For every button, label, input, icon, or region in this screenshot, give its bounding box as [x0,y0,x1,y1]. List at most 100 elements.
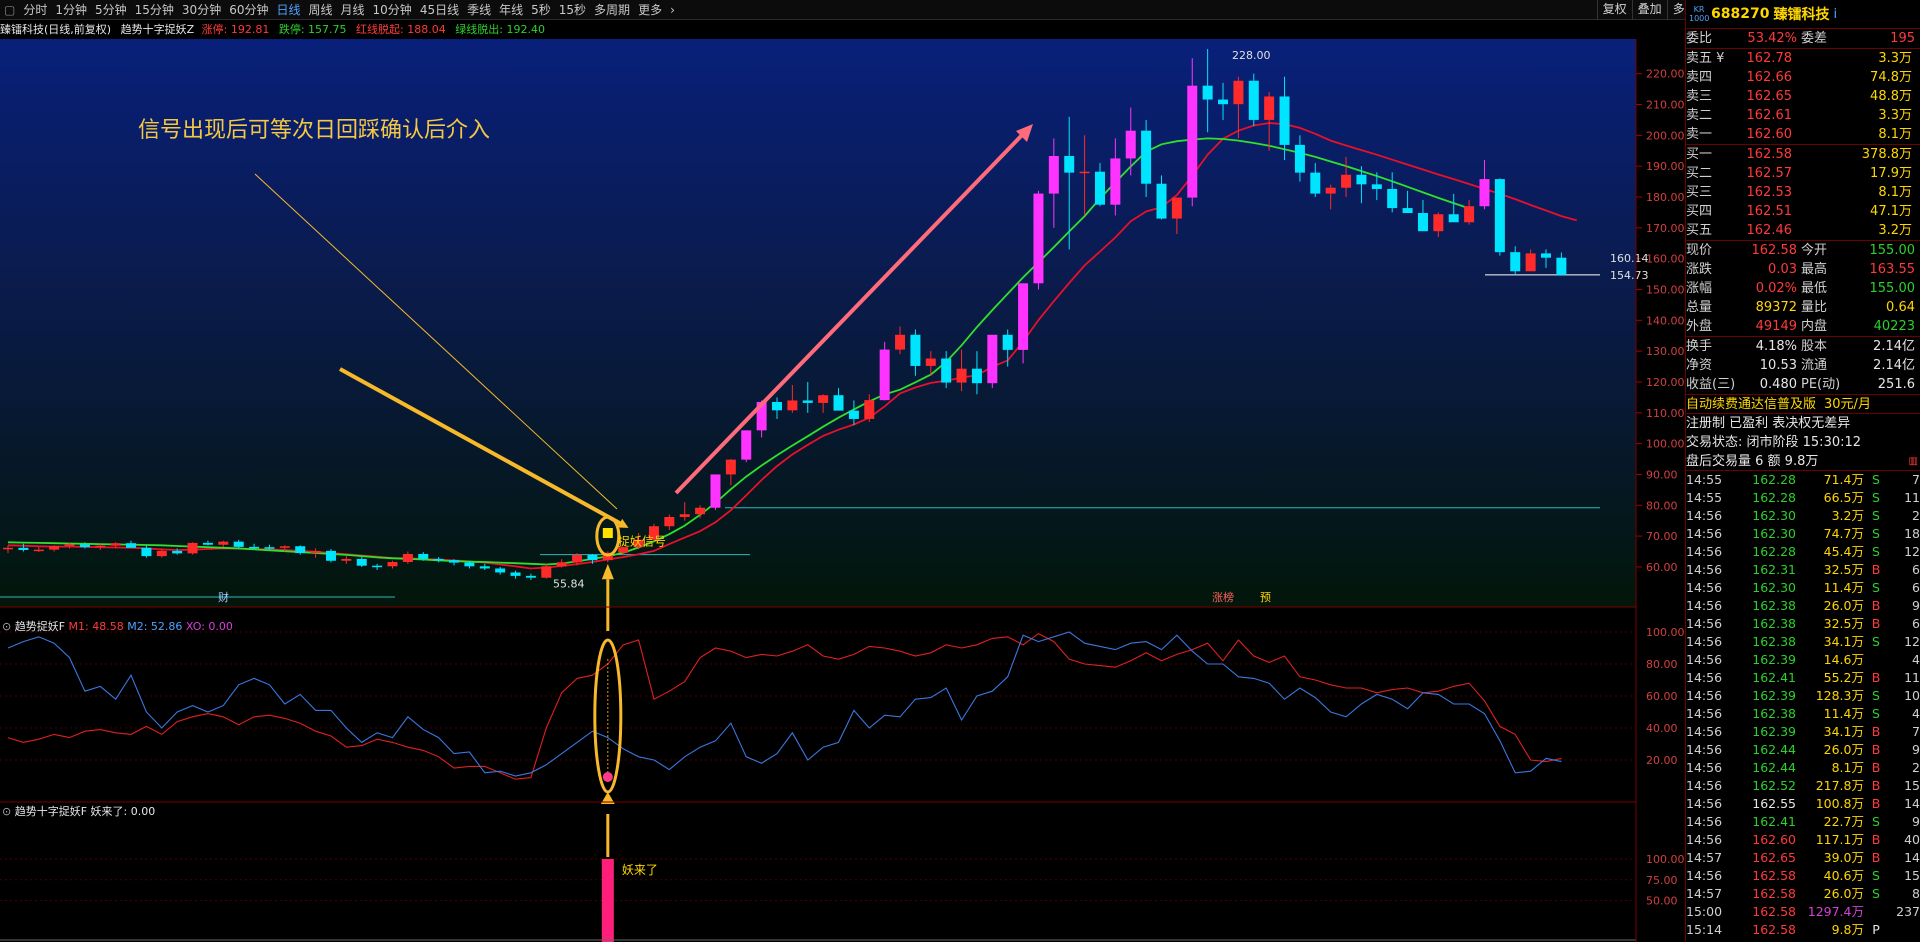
timeframe-tab[interactable]: 10分钟 [369,0,416,20]
extra-marker[interactable]: 预 [1260,591,1271,604]
osc-tick: 40.00 [1646,722,1678,735]
tick-row: 14:56 162.38 32.5万 B 6 [1686,616,1920,631]
tick-row: 14:56 162.38 11.4万 S 4 [1686,706,1920,721]
quote-row: 涨跌 0.03 最高 163.55 [1686,262,1915,277]
sell-order-row[interactable]: 卖二 162.61 3.3万 [1686,106,1920,125]
toolbar-button[interactable]: 复权 [1596,0,1632,20]
candle [187,542,198,555]
timeframe-tab[interactable]: 月线 [337,0,369,20]
price-tick: 80.00 [1646,499,1678,512]
info-icon[interactable]: i [1833,7,1837,22]
buy-order-row[interactable]: 买二 162.57 17.9万 [1686,164,1920,183]
buy-order-row[interactable]: 买四 162.51 47.1万 [1686,202,1920,221]
signal-legend: ⊙ 趋势十字捉妖F 妖来了: 0.00 [2,805,155,819]
signal-tick: 75.00 [1646,874,1678,887]
buy-order-row[interactable]: 买三 162.53 8.1万 [1686,183,1920,202]
fund-row: 换手 4.18% 股本 2.14亿 [1686,339,1915,354]
sell-order-row[interactable]: 卖四 162.66 74.8万 [1686,68,1920,87]
quote-title: KR 1000 688270 臻镭科技 i [1686,0,1920,29]
osc-tick: 60.00 [1646,690,1678,703]
quote-row: 总量 89372 量比 0.64 [1686,300,1915,315]
timeframe-tab[interactable]: 15分钟 [131,0,178,20]
price-tick: 220.00 [1646,68,1685,81]
timeframe-tab[interactable]: 1分钟 [51,0,91,20]
candle [741,430,752,463]
tick-row: 14:55 162.28 66.5万 S 11 [1686,490,1920,505]
tick-row: 14:56 162.44 8.1万 B 2 [1686,760,1920,775]
sell-order-row[interactable]: 卖三 162.65 48.8万 [1686,87,1920,106]
tick-row: 14:57 162.65 39.0万 B 14 [1686,850,1920,865]
sell-order-row[interactable]: 卖一 162.60 8.1万 [1686,125,1920,144]
signal-name: 趋势十字捉妖F [14,805,88,818]
price-tick: 140.00 [1646,314,1685,327]
buy-order-row[interactable]: 买一 162.58 378.8万 [1686,145,1920,164]
tick-row: 14:56 162.41 55.2万 B 11 [1686,670,1920,685]
timeframe-tab[interactable]: 30分钟 [178,0,225,20]
zhangbang-marker[interactable]: 涨榜 [1212,590,1234,604]
buy-order-row[interactable]: 买五 162.46 3.2万 [1686,221,1920,240]
price-tick: 200.00 [1646,129,1685,142]
timeframe-tab[interactable]: 15秒 [555,0,590,20]
price-tick: 180.00 [1646,191,1685,204]
osc-legend: ⊙ 趋势捉妖F M1: 48.58 M2: 52.86 XO: 0.00 [2,620,233,634]
tick-row: 14:57 162.58 26.0万 S 8 [1686,886,1920,901]
quote-row: 外盘 49149 内盘 40223 [1686,319,1915,334]
tick-list: 14:55 162.28 71.4万 S 7 14:55 162.28 66.5万 S 11 14:… [1686,471,1920,939]
quote-panel: KR 1000 688270 臻镭科技 i 委比 53.42% 委差 195 卖五… [1685,0,1920,942]
collapse-icon[interactable]: ⊙ [2,620,11,633]
timeframe-tab[interactable]: 更多 [634,0,666,20]
tick-row: 14:56 162.30 11.4万 S 6 [1686,580,1920,595]
tick-row: 14:56 162.31 32.5万 B 6 [1686,562,1920,577]
timeframe-tab[interactable]: 年线 [495,0,527,20]
timeframe-tab[interactable]: 分时 [19,0,51,20]
tick-row: 14:56 162.39 34.1万 B 7 [1686,724,1920,739]
timeframe-tab[interactable]: 日线 [272,0,304,20]
fundamentals: 换手 4.18% 股本 2.14亿 净资 10.53 流通 2.14亿 收益(三) 0.480 PE… [1686,337,1920,395]
price-tick: 130.00 [1646,345,1685,358]
high-label: 228.00 [1232,49,1271,62]
timeframe-tab[interactable]: 季线 [463,0,495,20]
timeframe-tab[interactable]: 60分钟 [225,0,272,20]
timeframe-tab[interactable]: 5分钟 [91,0,131,20]
registration-row: 注册制 已盈利 表决权无差异 [1686,416,1851,431]
promo-row[interactable]: 自动续费通达信普及版 30元/月 [1686,395,1920,414]
chart-area[interactable]: 220.00 210.00 200.00 190.00 180.00 170.00 160.… [0,39,1685,942]
oscillator-pane [7,631,1562,780]
collapse-icon[interactable]: ⊙ [2,805,11,818]
chevron-right-icon[interactable]: › [666,0,679,20]
finance-marker[interactable]: 财 [218,590,229,604]
tick-row: 14:56 162.41 22.7万 S 9 [1686,814,1920,829]
price-tick: 100.00 [1646,438,1685,451]
tick-row: 14:56 162.30 74.7万 S 18 [1686,526,1920,541]
timeframe-tab[interactable]: 多周期 [590,0,634,20]
after-hours-row: 盘后交易量 6 额 9.8万 ▥ [1686,452,1920,471]
price-tick: 210.00 [1646,98,1685,111]
timeframe-tab[interactable]: 周线 [305,0,337,20]
chart-small-icon[interactable]: ▥ [1909,452,1918,471]
sell-orders: 卖五 ¥162.78 3.3万 卖四 162.66 74.8万 卖三 162.65 48.8万… [1686,49,1920,145]
indicator-name[interactable]: 趋势十字捉妖Z [121,23,195,36]
buy-orders: 买一 162.58 378.8万 买二 162.57 17.9万 买三 162.53 8.1万买… [1686,145,1920,241]
toolbar-button[interactable]: 叠加 [1631,0,1667,20]
kr-badge: KR 1000 [1689,5,1710,23]
candle [1033,190,1044,290]
timeframe-tab[interactable]: 45日线 [416,0,463,20]
signal-tick: 100.00 [1646,853,1685,866]
signal-label: 捉妖信号 [618,533,666,548]
osc-tick: 80.00 [1646,658,1678,671]
tick-row: 14:56 162.52 217.8万 B 15 [1686,778,1920,793]
price-tick: 90.00 [1646,468,1678,481]
dieting-value: 跌停: 157.75 [278,23,347,36]
tick-row: 14:56 162.28 45.4万 S 12 [1686,544,1920,559]
red-line-value: 红线脱起: 188.04 [356,23,446,36]
timeframe-tab[interactable]: 5秒 [527,0,555,20]
menu-square-icon[interactable]: ▢ [0,0,19,20]
sell-order-row[interactable]: 卖五 ¥162.78 3.3万 [1686,49,1920,68]
timeframe-tabs: ▢ 分时 1分钟 5分钟 15分钟 30分钟 60分钟 日线 周线 月线 10分钟 45日线 季线 年线… [0,0,679,20]
osc-name: 趋势捉妖F [14,620,66,633]
tick-row: 14:56 162.30 3.2万 S 2 [1686,508,1920,523]
price-tick: 150.00 [1646,283,1685,296]
period-toolbar: ▢ 分时 1分钟 5分钟 15分钟 30分钟 60分钟 日线 周线 月线 10分钟 45日线 季线 年线… [0,0,1920,20]
osc-tick: 100.00 [1646,626,1685,639]
stock-title: 臻镭科技(日线,前复权) [0,23,112,36]
